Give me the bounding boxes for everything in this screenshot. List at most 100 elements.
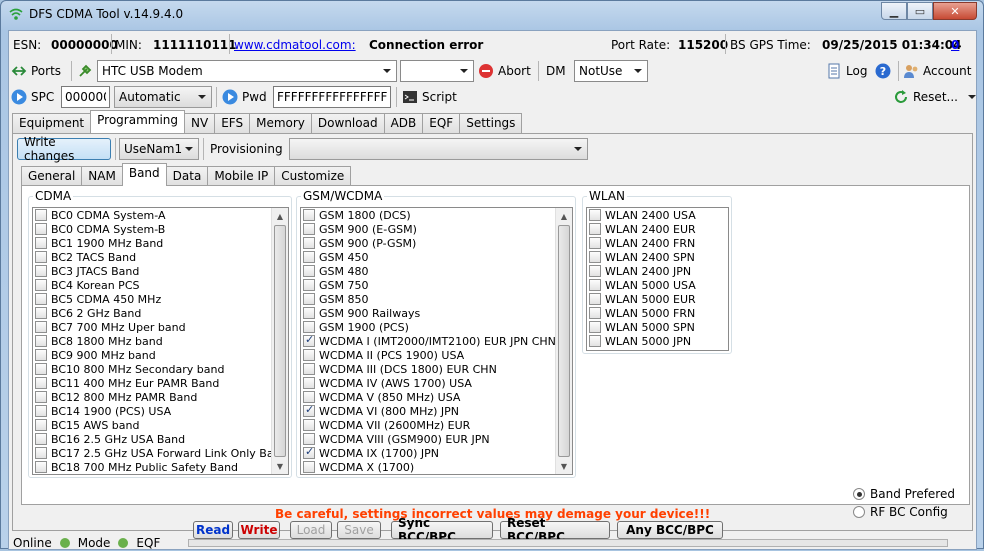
band-checkbox[interactable] <box>303 433 315 445</box>
list-item[interactable]: WCDMA IV (AWS 1700) USA <box>301 376 572 390</box>
band-checkbox[interactable] <box>35 391 47 403</box>
band-checkbox[interactable] <box>35 279 47 291</box>
band-checkbox[interactable] <box>589 307 601 319</box>
list-item[interactable]: WCDMA II (PCS 1900) USA <box>301 348 572 362</box>
list-item[interactable]: WCDMA VII (2600MHz) EUR <box>301 418 572 432</box>
list-item[interactable]: WLAN 5000 SPN <box>587 320 728 334</box>
nam-select[interactable]: UseNam1 <box>119 138 199 160</box>
list-item[interactable]: BC6 2 GHz Band <box>33 306 288 320</box>
tab-adb[interactable]: ADB <box>383 113 424 133</box>
modem-select[interactable]: HTC USB Modem <box>97 60 397 82</box>
list-item[interactable]: WLAN 2400 FRN <box>587 236 728 250</box>
title-bar[interactable]: DFS CDMA Tool v.14.9.4.0 ▁ ▭ ✕ <box>1 1 983 29</box>
tab-eqf[interactable]: EQF <box>422 113 461 133</box>
list-item[interactable]: GSM 450 <box>301 250 572 264</box>
band-checkbox[interactable] <box>35 363 47 375</box>
band-checkbox[interactable] <box>303 333 315 347</box>
band-checkbox[interactable] <box>35 321 47 333</box>
radio-rf-bc-config-dot[interactable] <box>853 506 865 518</box>
band-checkbox[interactable] <box>589 265 601 277</box>
list-item[interactable]: GSM 1900 (PCS) <box>301 320 572 334</box>
band-checkbox[interactable] <box>303 307 315 319</box>
list-item[interactable]: WLAN 5000 FRN <box>587 306 728 320</box>
band-checkbox[interactable] <box>589 209 601 221</box>
list-item[interactable]: GSM 750 <box>301 278 572 292</box>
band-checkbox[interactable] <box>35 223 47 235</box>
list-item[interactable]: BC7 700 MHz Uper band <box>33 320 288 334</box>
list-item[interactable]: BC8 1800 MHz band <box>33 334 288 348</box>
list-item[interactable]: BC3 JTACS Band <box>33 264 288 278</box>
band-checkbox[interactable] <box>303 377 315 389</box>
band-checkbox[interactable] <box>589 335 601 347</box>
list-item[interactable]: BC1 1900 MHz Band <box>33 236 288 250</box>
list-item[interactable]: BC17 2.5 GHz USA Forward Link Only Bar <box>33 446 288 460</box>
list-item[interactable]: BC4 Korean PCS <box>33 278 288 292</box>
band-checkbox[interactable] <box>303 237 315 249</box>
list-item[interactable]: BC0 CDMA System-A <box>33 208 288 222</box>
scroll-up-arrow[interactable]: ▲ <box>272 208 288 224</box>
tab-efs[interactable]: EFS <box>214 113 251 133</box>
band-checkbox[interactable] <box>303 223 315 235</box>
band-checkbox[interactable] <box>303 419 315 431</box>
pwd-button[interactable]: Pwd <box>222 86 267 108</box>
list-item[interactable]: WCDMA V (850 MHz) USA <box>301 390 572 404</box>
list-item[interactable]: WLAN 5000 EUR <box>587 292 728 306</box>
list-item[interactable]: BC16 2.5 GHz USA Band <box>33 432 288 446</box>
band-checkbox[interactable] <box>35 307 47 319</box>
spc-input[interactable] <box>61 86 110 108</box>
band-checkbox[interactable] <box>35 335 47 347</box>
tab-settings[interactable]: Settings <box>459 113 523 133</box>
pwd-input[interactable] <box>273 86 391 108</box>
band-checkbox[interactable] <box>303 265 315 277</box>
scroll-down-arrow[interactable]: ▼ <box>272 458 288 474</box>
band-checkbox[interactable] <box>35 237 47 249</box>
band-checkbox[interactable] <box>303 349 315 361</box>
list-item[interactable]: BC12 800 MHz PAMR Band <box>33 390 288 404</box>
band-checkbox[interactable] <box>303 363 315 375</box>
subtab-general[interactable]: General <box>21 166 83 186</box>
list-item[interactable]: BC2 TACS Band <box>33 250 288 264</box>
list-item[interactable]: WLAN 2400 SPN <box>587 250 728 264</box>
ports-button[interactable]: Ports <box>11 60 61 82</box>
spc-button[interactable]: SPC <box>11 86 54 108</box>
account-button[interactable]: Account <box>903 60 971 82</box>
scroll-thumb[interactable] <box>274 225 286 457</box>
scroll-up-arrow[interactable]: ▲ <box>556 208 572 224</box>
close-button[interactable]: ✕ <box>933 2 977 20</box>
list-item[interactable]: WLAN 2400 JPN <box>587 264 728 278</box>
band-checkbox[interactable] <box>303 251 315 263</box>
list-item[interactable]: BC18 700 MHz Public Safety Band <box>33 460 288 474</box>
band-checkbox[interactable] <box>35 349 47 361</box>
list-item[interactable]: WCDMA X (1700) <box>301 460 572 474</box>
band-checkbox[interactable] <box>35 461 47 473</box>
band-checkbox[interactable] <box>303 403 315 417</box>
radio-rf-bc-config[interactable]: RF BC Config <box>853 505 948 519</box>
band-checkbox[interactable] <box>589 251 601 263</box>
help-icon[interactable]: ? <box>875 63 891 79</box>
list-item[interactable]: GSM 900 (P-GSM) <box>301 236 572 250</box>
band-checkbox[interactable] <box>303 209 315 221</box>
spc-mode-select[interactable]: Automatic <box>114 86 212 108</box>
band-checkbox[interactable] <box>589 223 601 235</box>
list-item[interactable]: BC0 CDMA System-B <box>33 222 288 236</box>
port-select[interactable] <box>400 60 474 82</box>
script-button[interactable]: Script <box>402 86 457 108</box>
list-item[interactable]: WLAN 2400 USA <box>587 208 728 222</box>
tab-programming[interactable]: Programming <box>90 110 186 133</box>
dm-select[interactable]: NotUse <box>574 60 648 82</box>
scroll-down-arrow[interactable]: ▼ <box>556 458 572 474</box>
tab-nv[interactable]: NV <box>184 113 216 133</box>
band-checkbox[interactable] <box>589 279 601 291</box>
list-item[interactable]: WLAN 5000 USA <box>587 278 728 292</box>
band-checkbox[interactable] <box>35 209 47 221</box>
minimize-button[interactable]: ▁ <box>881 2 907 20</box>
list-item[interactable]: GSM 850 <box>301 292 572 306</box>
band-checkbox[interactable] <box>303 445 315 459</box>
cdma-band-list[interactable]: BC0 CDMA System-A BC0 CDMA System-B BC1 19… <box>32 207 289 475</box>
tab-memory[interactable]: Memory <box>249 113 312 133</box>
list-item[interactable]: GSM 480 <box>301 264 572 278</box>
cdma-scrollbar[interactable]: ▲ ▼ <box>271 208 288 474</box>
list-item[interactable]: WCDMA I (IMT2000/IMT2100) EUR JPN CHN <box>301 333 572 348</box>
radio-band-prefered[interactable]: Band Prefered <box>853 487 955 501</box>
list-item[interactable]: BC14 1900 (PCS) USA <box>33 404 288 418</box>
